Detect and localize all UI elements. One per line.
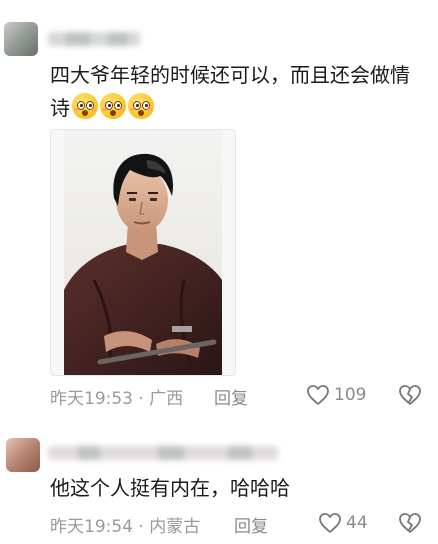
reply-button[interactable]: 回复 xyxy=(214,384,248,409)
comment-item: 他这个人挺有内在，哈哈哈 昨天19:54 · 内蒙古 回复 44 xyxy=(0,420,438,544)
surprised-emoji-icon xyxy=(72,93,98,119)
comment-meta: 昨天19:54 · 内蒙古 回复 44 xyxy=(50,512,424,539)
portrait-photo xyxy=(64,130,222,375)
emoji-group xyxy=(72,93,154,119)
reply-button[interactable]: 回复 xyxy=(234,512,268,537)
dislike-button[interactable] xyxy=(398,512,422,539)
comment-time-location: 昨天19:54 · 内蒙古 xyxy=(50,517,201,537)
surprised-emoji-icon xyxy=(128,93,154,119)
like-count: 109 xyxy=(334,385,367,405)
broken-heart-icon xyxy=(399,385,421,405)
heart-icon xyxy=(319,513,341,533)
comment-meta: 昨天19:53 · 广西 回复 109 xyxy=(50,384,424,411)
surprised-emoji-icon xyxy=(100,93,126,119)
like-button[interactable]: 44 xyxy=(318,512,368,534)
heart-icon xyxy=(307,385,329,405)
comment-image[interactable] xyxy=(50,129,236,376)
comment-time-location: 昨天19:53 · 广西 xyxy=(50,389,184,409)
comment-text: 他这个人挺有内在，哈哈哈 xyxy=(50,476,290,500)
avatar[interactable] xyxy=(4,22,38,56)
username-blurred[interactable] xyxy=(48,446,278,460)
broken-heart-icon xyxy=(399,513,421,533)
comment-text: 四大爷年轻的时候还可以，而且还会做情诗 xyxy=(50,59,424,125)
like-button[interactable]: 109 xyxy=(306,384,366,406)
dislike-button[interactable] xyxy=(398,384,422,411)
comment-item: 四大爷年轻的时候还可以，而且还会做情诗 昨天19:53 · 广西 回复 109 xyxy=(0,0,438,420)
username-blurred[interactable] xyxy=(48,32,140,46)
like-count: 44 xyxy=(346,513,368,533)
avatar[interactable] xyxy=(6,438,40,472)
